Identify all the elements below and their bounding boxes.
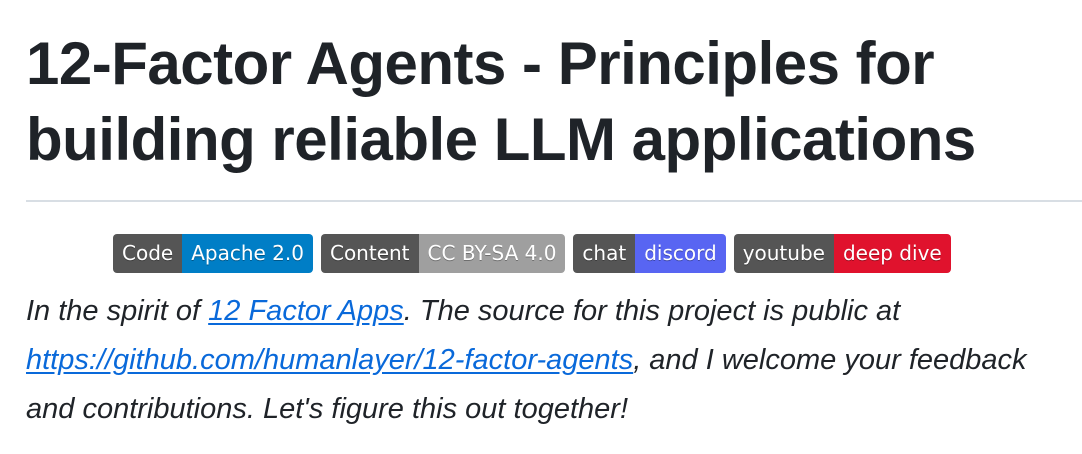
badge-label: Content bbox=[320, 234, 419, 273]
badge-value: Apache 2.0 bbox=[182, 234, 313, 273]
intro-paragraph: In the spirit of 12 Factor Apps. The sou… bbox=[26, 287, 1076, 434]
badge-row: Code Apache 2.0 Content CC BY-SA 4.0 cha… bbox=[113, 234, 951, 273]
license-code-badge[interactable]: Code Apache 2.0 bbox=[113, 234, 313, 273]
github-repo-link[interactable]: https://github.com/humanlayer/12-factor-… bbox=[26, 344, 633, 376]
title-divider bbox=[26, 200, 1082, 202]
license-content-badge[interactable]: Content CC BY-SA 4.0 bbox=[320, 234, 566, 273]
intro-middle: . The source for this project is public … bbox=[403, 295, 901, 327]
badge-value: discord bbox=[635, 234, 726, 273]
badge-label: youtube bbox=[733, 234, 834, 273]
intro-prefix: In the spirit of bbox=[26, 295, 209, 327]
badge-value: deep dive bbox=[833, 234, 951, 273]
youtube-deep-dive-badge[interactable]: youtube deep dive bbox=[733, 234, 951, 273]
badge-value: CC BY-SA 4.0 bbox=[418, 234, 566, 273]
discord-chat-badge[interactable]: chat discord bbox=[573, 234, 726, 273]
badge-label: Code bbox=[113, 234, 183, 273]
page-title: 12-Factor Agents - Principles for buildi… bbox=[26, 30, 976, 173]
twelve-factor-apps-link[interactable]: 12 Factor Apps bbox=[208, 295, 404, 327]
badge-label: chat bbox=[573, 234, 636, 273]
